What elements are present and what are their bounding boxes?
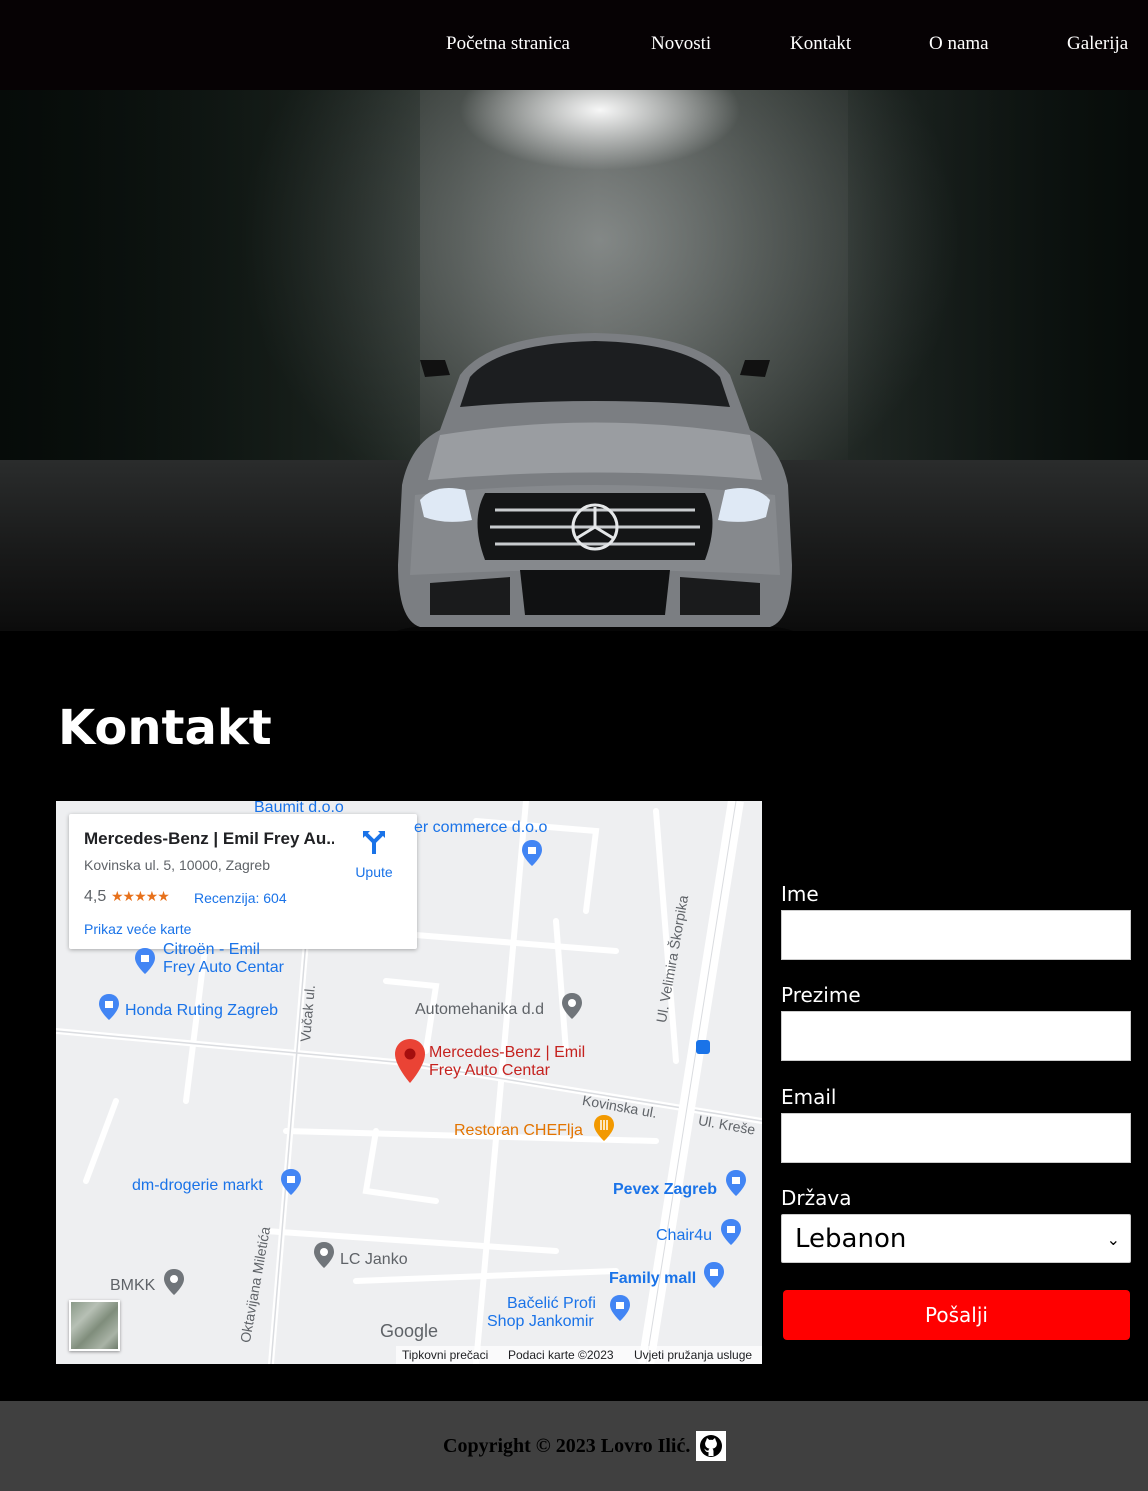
github-icon[interactable]: [696, 1431, 726, 1461]
directions-icon: [363, 831, 385, 854]
keyboard-shortcuts-link[interactable]: Tipkovni prečaci: [402, 1348, 488, 1362]
country-selected-value: Lebanon: [795, 1224, 907, 1254]
place-info-card: Mercedes-Benz | Emil Frey Au... Kovinska…: [69, 814, 417, 949]
first-name-label: Ime: [781, 882, 819, 906]
place-pin-icon: [562, 993, 582, 1019]
hero-forest-right: [848, 90, 1148, 510]
view-larger-map-link[interactable]: Prikaz veće karte: [84, 921, 191, 937]
place-chair4u[interactable]: Chair4u: [656, 1227, 712, 1245]
shopping-pin-icon: [704, 1262, 724, 1288]
country-select[interactable]: Lebanon ⌄: [781, 1214, 1131, 1263]
hero-forest-left: [0, 90, 420, 510]
place-pevex[interactable]: Pevex Zagreb: [613, 1181, 717, 1199]
reviews-link[interactable]: Recenzija: 604: [194, 890, 287, 906]
place-bmkk[interactable]: BMKK: [110, 1277, 155, 1295]
directions-button[interactable]: Upute: [354, 829, 394, 880]
place-citroen-line2[interactable]: Frey Auto Centar: [163, 959, 284, 977]
place-dm[interactable]: dm-drogerie markt: [132, 1177, 263, 1195]
shopping-pin-icon: [281, 1169, 301, 1195]
top-navigation: Početna stranica Novosti Kontakt O nama …: [0, 0, 1148, 90]
place-pin-icon: [164, 1269, 184, 1295]
shopping-pin-icon: [721, 1219, 741, 1245]
chevron-down-icon: ⌄: [1106, 1230, 1120, 1249]
nav-gallery[interactable]: Galerija: [1067, 33, 1128, 55]
map-footer: Tipkovni prečaci Podaci karte ©2023 Uvje…: [396, 1346, 762, 1364]
restaurant-pin-icon: [594, 1115, 614, 1141]
nav-home[interactable]: Početna stranica: [446, 33, 570, 55]
place-citroen-line1[interactable]: Citroën - Emil: [163, 941, 260, 959]
shopping-pin-icon: [135, 948, 155, 974]
nav-news[interactable]: Novosti: [651, 33, 711, 55]
place-commerce[interactable]: er commerce d.o.o: [414, 819, 547, 837]
last-name-input[interactable]: [781, 1011, 1131, 1061]
contact-title: Kontakt: [58, 700, 272, 756]
place-pin-icon: [314, 1242, 334, 1268]
bus-stop-icon[interactable]: [696, 1040, 710, 1054]
email-input[interactable]: [781, 1113, 1131, 1163]
nav-contact[interactable]: Kontakt: [790, 33, 851, 55]
place-title: Mercedes-Benz | Emil Frey Au...: [84, 829, 334, 848]
shopping-pin-icon: [522, 840, 542, 866]
car-illustration: [397, 333, 793, 631]
google-logo-text: Google: [380, 1321, 439, 1341]
place-address: Kovinska ul. 5, 10000, Zagreb: [84, 857, 271, 873]
rating-stars-icon: ★★★★★: [111, 888, 170, 904]
place-automehanika[interactable]: Automehanika d.d: [415, 1001, 544, 1019]
selected-location-pin-icon: [395, 1039, 425, 1083]
place-family-mall[interactable]: Family mall: [609, 1270, 696, 1288]
place-mercedes-line2[interactable]: Frey Auto Centar: [429, 1062, 550, 1080]
country-label: Država: [781, 1186, 852, 1210]
shopping-pin-icon: [99, 994, 119, 1020]
first-name-input[interactable]: [781, 910, 1131, 960]
directions-label: Upute: [355, 864, 393, 880]
copyright-text: Copyright © 2023 Lovro Ilić.: [443, 1435, 691, 1457]
place-mercedes-line1[interactable]: Mercedes-Benz | Emil: [429, 1044, 585, 1062]
shopping-pin-icon: [610, 1295, 630, 1321]
nav-about[interactable]: O nama: [929, 33, 989, 55]
github-logo-icon: [700, 1435, 722, 1457]
email-label: Email: [781, 1085, 837, 1109]
page-footer: Copyright © 2023 Lovro Ilić.: [0, 1401, 1148, 1491]
hero-image: [0, 90, 1148, 631]
google-logo: Google: [380, 1321, 438, 1342]
place-bacelic-line2[interactable]: Shop Jankomir: [487, 1313, 594, 1331]
submit-button[interactable]: Pošalji: [783, 1290, 1130, 1340]
last-name-label: Prezime: [781, 983, 861, 1007]
place-rating: 4,5: [84, 888, 107, 905]
satellite-toggle-button[interactable]: [69, 1300, 120, 1351]
place-bacelic-line1[interactable]: Bačelić Profi: [507, 1295, 596, 1313]
shopping-pin-icon: [726, 1170, 746, 1196]
place-honda[interactable]: Honda Ruting Zagreb: [125, 1002, 278, 1020]
terms-link[interactable]: Uvjeti pružanja usluge: [634, 1348, 752, 1362]
map-data-text: Podaci karte ©2023: [508, 1348, 614, 1362]
place-restoran[interactable]: Restoran CHEFlja: [454, 1122, 583, 1140]
place-lc-janko[interactable]: LC Janko: [340, 1251, 408, 1269]
place-baumit[interactable]: Baumit d.o.o: [254, 801, 344, 817]
google-map[interactable]: Mercedes-Benz | Emil Frey Au... Kovinska…: [56, 801, 762, 1364]
